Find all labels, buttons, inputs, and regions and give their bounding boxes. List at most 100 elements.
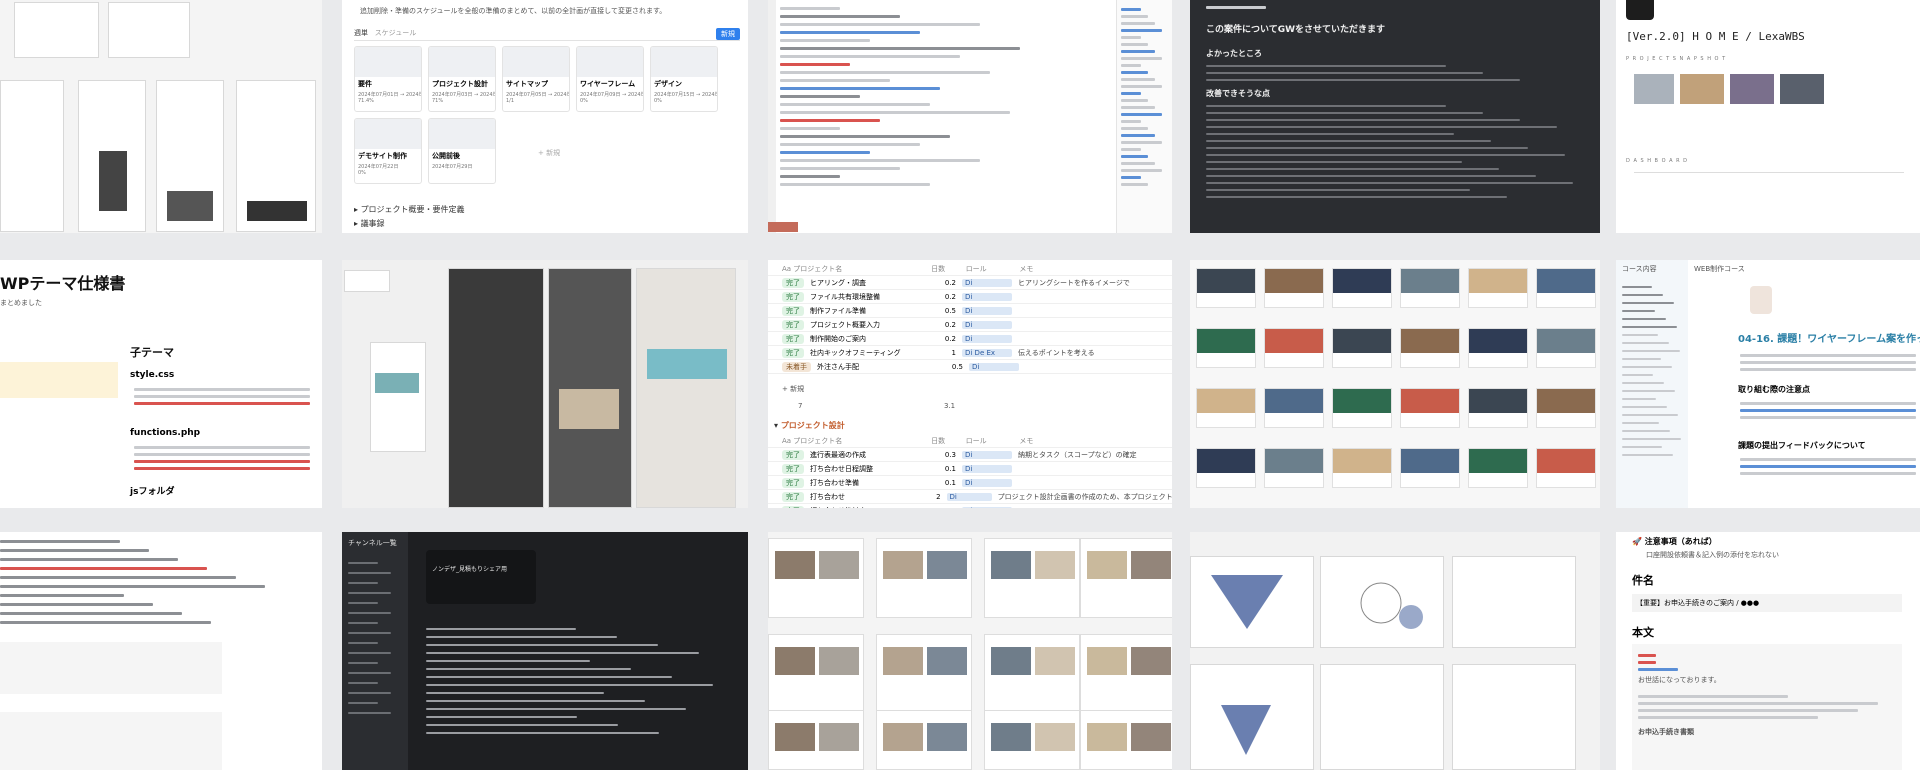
channel-item[interactable] xyxy=(348,672,391,674)
course-nav-item[interactable] xyxy=(1622,422,1659,424)
file-tree[interactable] xyxy=(1116,0,1172,233)
file-tree-item[interactable] xyxy=(1121,22,1155,25)
web-design-thumb[interactable] xyxy=(1536,268,1596,308)
course-nav-item[interactable] xyxy=(1622,406,1667,408)
channel-item[interactable] xyxy=(348,692,391,694)
schedule-card[interactable]: 要件 2024年07月01日 → 2024年07月02日71.4% xyxy=(354,46,422,112)
file-tree-item[interactable] xyxy=(1121,43,1148,46)
course-nav-item[interactable] xyxy=(1622,454,1673,456)
file-tree-item[interactable] xyxy=(1121,29,1162,32)
file-tree-item[interactable] xyxy=(1121,64,1141,67)
channel-item[interactable] xyxy=(348,642,378,644)
schedule-card[interactable]: 公開前後 2024年07月29日 xyxy=(428,118,496,184)
report-page-thumb[interactable] xyxy=(768,710,864,770)
course-nav-item[interactable] xyxy=(1622,414,1678,416)
file-tree-item[interactable] xyxy=(1121,71,1148,74)
web-design-thumb[interactable] xyxy=(1264,388,1324,428)
channel-item[interactable] xyxy=(348,712,391,714)
report-page-thumb[interactable] xyxy=(876,710,972,770)
web-design-thumb[interactable] xyxy=(1332,388,1392,428)
tile-project-table[interactable]: Aa プロジェクト名 日数 ロール メモ 完了 ヒアリング・調査 0.2 Di ヒアリングシート… xyxy=(768,260,1172,508)
subject-field[interactable]: 【重要】お申込手続きのご案内 / ●●● xyxy=(1632,594,1902,612)
course-nav-item[interactable] xyxy=(1622,438,1681,440)
snapshot-image[interactable] xyxy=(1634,74,1674,104)
tile-course[interactable]: コース内容 WEB制作コース 04-16. 課題！ワイヤーフレーム案を作ってみよ… xyxy=(1616,260,1920,508)
report-page-thumb[interactable] xyxy=(1080,634,1172,714)
table-row[interactable]: 完了打ち合わせ 2 Di プロジェクト設計企画書の作成のため、本プロジェクトの目的 xyxy=(768,490,1172,504)
course-nav-item[interactable] xyxy=(1622,342,1669,344)
report-page-thumb[interactable] xyxy=(876,634,972,714)
web-design-thumb[interactable] xyxy=(1264,268,1324,308)
course-nav-item[interactable] xyxy=(1622,398,1656,400)
file-tree-item[interactable] xyxy=(1121,92,1141,95)
tile-wireframe-sketches[interactable] xyxy=(0,0,322,233)
tile-mail-template[interactable]: 🚀 注意事項（あれば） 口座開設依頼書＆記入例の添付を忘れない 件名 【重要】お… xyxy=(1616,532,1920,770)
channel-item[interactable] xyxy=(348,662,378,664)
schedule-card[interactable]: サイトマップ 2024年07月05日 → 2024年07月08日1/1 xyxy=(502,46,570,112)
toggle-minutes[interactable]: ▸ 議事録 xyxy=(354,218,385,229)
table-row[interactable]: 完了 打ち合わせ日程調整 0.1 Di xyxy=(768,462,1172,476)
tile-home-lexawbs[interactable]: [Ver.2.0] H O M E / LexaWBS P R O J E C … xyxy=(1616,0,1920,233)
table-row[interactable]: 未着手 外注さん手配 0.5 Di xyxy=(768,360,1172,374)
snapshot-image[interactable] xyxy=(1730,74,1774,104)
web-design-thumb[interactable] xyxy=(1400,448,1460,488)
new-button[interactable]: 新規 xyxy=(716,28,740,40)
view-tabs[interactable]: 週単 スケジュール xyxy=(354,28,416,38)
file-tree-item[interactable] xyxy=(1121,148,1141,151)
course-nav-item[interactable] xyxy=(1622,446,1662,448)
channel-item[interactable] xyxy=(348,592,391,594)
report-page-thumb[interactable] xyxy=(984,710,1080,770)
file-tree-item[interactable] xyxy=(1121,169,1162,172)
web-design-thumb[interactable] xyxy=(1468,388,1528,428)
file-tree-item[interactable] xyxy=(1121,120,1141,123)
web-design-thumb[interactable] xyxy=(1468,448,1528,488)
tab-schedule[interactable]: スケジュール xyxy=(375,29,417,37)
body-field[interactable]: お世話になっております。 お申込手続き書類 xyxy=(1632,644,1902,770)
course-nav[interactable]: コース内容 xyxy=(1616,260,1688,508)
course-nav-item[interactable] xyxy=(1622,302,1674,304)
web-design-thumb[interactable] xyxy=(1536,388,1596,428)
snapshot-image[interactable] xyxy=(1780,74,1824,104)
course-nav-item[interactable] xyxy=(1622,310,1655,312)
table-row[interactable]: 完了 制作ファイル準備 0.5 Di xyxy=(768,304,1172,318)
web-design-thumb[interactable] xyxy=(1196,268,1256,308)
snapshot-image[interactable] xyxy=(1680,74,1724,104)
file-tree-item[interactable] xyxy=(1121,134,1155,137)
channel-item[interactable] xyxy=(348,562,378,564)
report-page-thumb[interactable] xyxy=(768,634,864,714)
table-row[interactable]: 完了 ファイル共有環境整備 0.2 Di xyxy=(768,290,1172,304)
report-page-thumb[interactable] xyxy=(1080,710,1172,770)
file-tree-item[interactable] xyxy=(1121,57,1162,60)
file-tree-item[interactable] xyxy=(1121,99,1148,102)
file-tree-item[interactable] xyxy=(1121,141,1162,144)
tab-weekly[interactable]: 週単 xyxy=(354,29,368,37)
add-row-button[interactable]: + 新規 xyxy=(782,384,804,394)
web-design-thumb[interactable] xyxy=(1400,328,1460,368)
report-page-thumb[interactable] xyxy=(876,538,972,618)
web-design-thumb[interactable] xyxy=(1468,328,1528,368)
course-nav-item[interactable] xyxy=(1622,326,1677,328)
add-card-button[interactable]: + 新規 xyxy=(538,148,560,158)
channel-item[interactable] xyxy=(348,582,378,584)
file-tree-item[interactable] xyxy=(1121,50,1155,53)
course-nav-item[interactable] xyxy=(1622,318,1666,320)
course-nav-item[interactable] xyxy=(1622,294,1663,296)
course-nav-item[interactable] xyxy=(1622,382,1664,384)
course-nav-item[interactable] xyxy=(1622,350,1680,352)
report-page-thumb[interactable] xyxy=(1080,538,1172,618)
table-row[interactable]: 完了 制作開始のご案内 0.2 Di xyxy=(768,332,1172,346)
code-area[interactable] xyxy=(780,2,1120,191)
web-design-thumb[interactable] xyxy=(1332,448,1392,488)
file-tree-item[interactable] xyxy=(1121,176,1141,179)
course-nav-item[interactable] xyxy=(1622,286,1652,288)
table-row[interactable]: 完了 打ち合わせ準備 0.1 Di xyxy=(768,476,1172,490)
file-tree-item[interactable] xyxy=(1121,113,1162,116)
file-tree-item[interactable] xyxy=(1121,106,1155,109)
web-design-thumb[interactable] xyxy=(1332,268,1392,308)
file-tree-item[interactable] xyxy=(1121,78,1155,81)
web-design-thumb[interactable] xyxy=(1468,268,1528,308)
tile-chat[interactable]: チャンネル一覧 ノンデザ_見積もりシェア用 xyxy=(342,532,748,770)
file-tree-item[interactable] xyxy=(1121,36,1141,39)
course-nav-item[interactable] xyxy=(1622,334,1658,336)
course-nav-item[interactable] xyxy=(1622,390,1675,392)
